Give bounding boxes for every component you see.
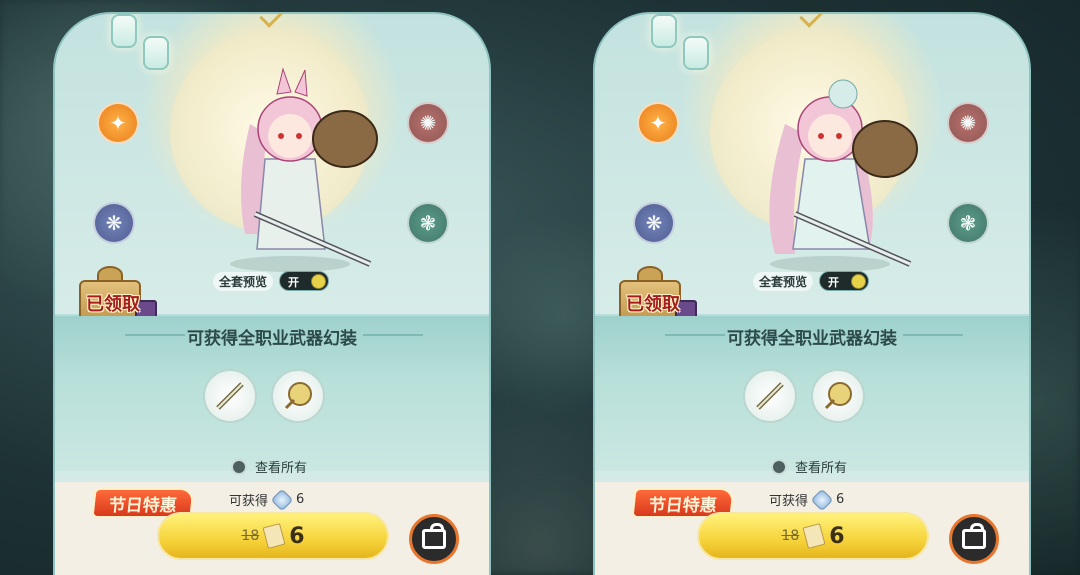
character-preview[interactable] xyxy=(735,64,925,274)
orb-weapon-icon[interactable] xyxy=(271,369,325,423)
view-all-radio[interactable] xyxy=(771,458,787,475)
weapon-list xyxy=(203,369,325,423)
preview-toggle[interactable]: 开 xyxy=(819,271,870,291)
preview-toggle[interactable]: 开 xyxy=(279,271,330,291)
blue-class-emblem-icon[interactable]: ❋ xyxy=(93,202,135,244)
old-price: 18 xyxy=(241,528,260,544)
view-all-option[interactable]: 查看所有 xyxy=(231,457,307,476)
orange-class-emblem-icon[interactable]: ✦ xyxy=(97,102,139,144)
view-all-radio[interactable] xyxy=(231,458,247,475)
toggle-state-label: 开 xyxy=(828,276,840,289)
toggle-knob xyxy=(311,274,327,289)
full-set-preview: 全套预览 开 xyxy=(753,270,870,292)
lantern-icon xyxy=(111,14,137,48)
gift-status-label: 已领取 xyxy=(86,294,140,315)
full-set-preview: 全套预览 开 xyxy=(213,270,330,292)
preview-label: 全套预览 xyxy=(213,271,274,291)
old-price: 18 xyxy=(781,528,800,544)
sword-weapon-icon[interactable] xyxy=(743,369,797,423)
gift-status-label: 已领取 xyxy=(626,294,680,315)
shop-button[interactable] xyxy=(949,514,999,564)
obtain-label: 可获得 xyxy=(229,494,269,509)
character-preview[interactable] xyxy=(195,64,385,274)
orb-weapon-icon[interactable] xyxy=(811,369,865,423)
weapon-list xyxy=(743,369,865,423)
obtain-count: 6 xyxy=(296,492,305,507)
sword-weapon-icon[interactable] xyxy=(203,369,257,423)
shop-button[interactable] xyxy=(409,514,459,564)
shop-bag-icon xyxy=(962,523,986,549)
new-price: 6 xyxy=(829,523,845,549)
buy-button[interactable]: 18 6 xyxy=(697,512,929,560)
view-all-option[interactable]: 查看所有 xyxy=(771,457,847,476)
obtain-label: 可获得 xyxy=(769,494,809,509)
toggle-knob xyxy=(851,274,867,289)
ticket-icon xyxy=(802,523,826,549)
lantern-icon xyxy=(651,14,677,48)
toggle-state-label: 开 xyxy=(288,276,300,289)
crystal-gem-icon xyxy=(810,488,834,511)
obtain-count: 6 xyxy=(836,492,845,507)
costume-panel-right: ✦ ✺ ❋ ❃ 已领取 全套预览 开 可获得全职业武器幻装 查看所有 节日特惠 … xyxy=(593,12,1031,575)
lantern-icon xyxy=(143,36,169,70)
green-class-emblem-icon[interactable]: ❃ xyxy=(947,202,989,244)
red-class-emblem-icon[interactable]: ✺ xyxy=(407,102,449,144)
obtain-info: 可获得 6 xyxy=(769,488,845,511)
view-all-label: 查看所有 xyxy=(255,461,308,476)
green-class-emblem-icon[interactable]: ❃ xyxy=(407,202,449,244)
buy-button[interactable]: 18 6 xyxy=(157,512,389,560)
ticket-icon xyxy=(262,523,286,549)
red-class-emblem-icon[interactable]: ✺ xyxy=(947,102,989,144)
costume-panel-left: ✦ ✺ ❋ ❃ 已领取 全套预览 开 可获得全职业武器幻装 查看所有 节日特惠 … xyxy=(53,12,491,575)
shop-bag-icon xyxy=(422,523,446,549)
blue-class-emblem-icon[interactable]: ❋ xyxy=(633,202,675,244)
preview-label: 全套预览 xyxy=(753,271,814,291)
orange-class-emblem-icon[interactable]: ✦ xyxy=(637,102,679,144)
crystal-gem-icon xyxy=(270,488,294,511)
new-price: 6 xyxy=(289,523,305,549)
section-title: 可获得全职业武器幻装 xyxy=(187,329,357,349)
section-title: 可获得全职业武器幻装 xyxy=(727,329,897,349)
lantern-icon xyxy=(683,36,709,70)
obtain-info: 可获得 6 xyxy=(229,488,305,511)
view-all-label: 查看所有 xyxy=(795,461,848,476)
